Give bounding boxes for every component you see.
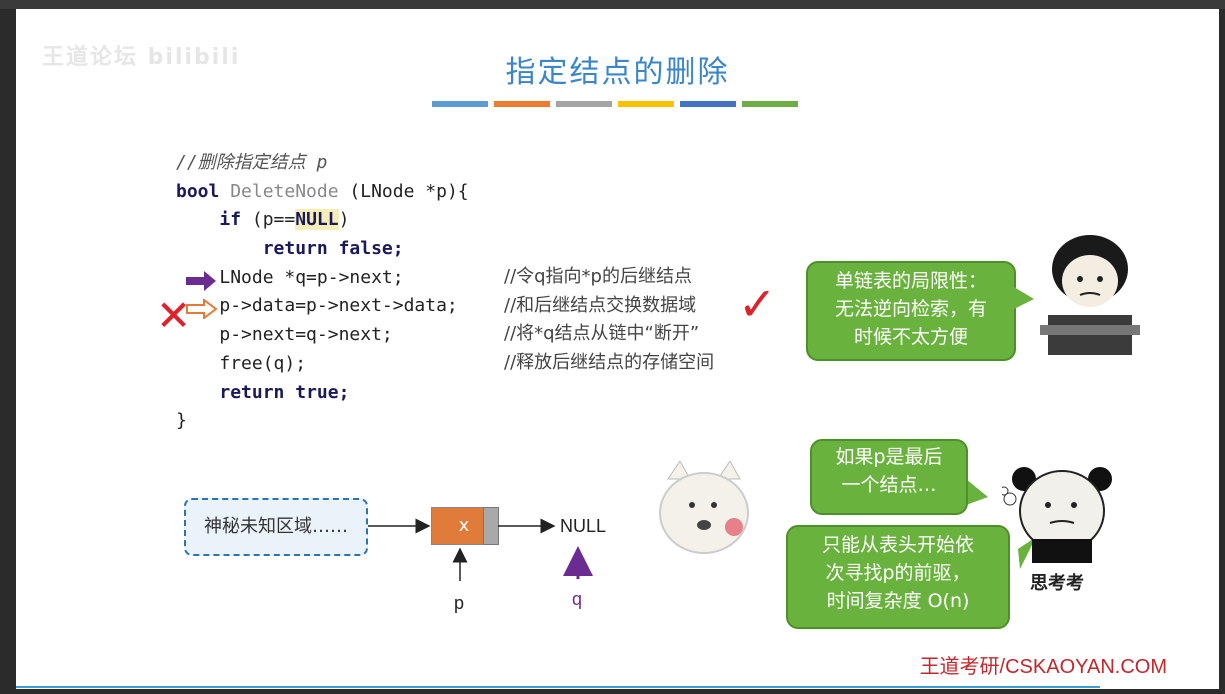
bubble-text: 次寻找p的前驱， — [825, 562, 971, 584]
code-keyword: bool — [176, 180, 220, 202]
list-node-next-field — [483, 507, 499, 545]
code-line: return true; — [176, 379, 469, 408]
speech-bubble-limitation: 单链表的局限性： 无法逆向检索，有 时候不太方便 — [806, 261, 1016, 361]
cat-face-sticker — [659, 461, 749, 554]
slide-title: 指定结点的删除 — [505, 55, 730, 90]
stripe — [680, 101, 736, 107]
bubble-text: 时间复杂度 O(n) — [826, 590, 970, 612]
slide: 王道论坛 bilibili 指定结点的删除 //删除指定结点 p bool De… — [16, 9, 1219, 689]
code-block: //删除指定结点 p bool DeleteNode (LNode *p){ i… — [176, 149, 469, 436]
top-bar — [0, 0, 1225, 9]
code-line: bool DeleteNode (LNode *p){ — [176, 178, 469, 207]
pointer-p-label: p — [454, 593, 465, 613]
bubble-text: 一个结点… — [841, 474, 937, 496]
bubble-text: 无法逆向检索，有 — [834, 298, 987, 320]
bubble-text: 时候不太方便 — [853, 326, 968, 348]
null-label: NULL — [560, 516, 607, 536]
sticker-caption: 思考考 — [1030, 573, 1084, 593]
code-line: p->data=p->next->data; — [176, 292, 469, 321]
code-line: } — [176, 407, 469, 436]
code-text: } — [176, 410, 187, 432]
speech-bubble-last-node: 如果p是最后 一个结点… — [810, 439, 968, 515]
code-null-highlight: NULL — [295, 209, 339, 231]
check-mark-icon: ✓ — [738, 277, 777, 331]
speech-bubble-complexity: 只能从表头开始依 次寻找p的前驱， 时间复杂度 O(n) — [786, 525, 1010, 629]
stripe — [494, 101, 550, 107]
code-line: //删除指定结点 p — [176, 149, 469, 178]
reading-meme-sticker — [1040, 235, 1140, 355]
stripe — [556, 101, 612, 107]
code-comments: //令q指向*p的后继结点 //和后继结点交换数据域 //将*q结点从链中“断开… — [504, 263, 714, 378]
code-text: p->data=p->next->data; — [219, 295, 458, 317]
code-line: if (p==NULL) — [176, 206, 469, 235]
unknown-region-box: 神秘未知区域…… — [184, 498, 368, 556]
current-line-arrow-icon — [186, 271, 216, 291]
panda-thinking-sticker — [1002, 467, 1112, 563]
bubble-text: 只能从表头开始依 — [821, 534, 974, 556]
code-keyword: return — [219, 381, 285, 403]
code-text: p->next=q->next; — [219, 324, 393, 346]
code-keyword: true; — [295, 381, 350, 403]
code-text: (p== — [241, 209, 296, 231]
code-comment: //令q指向*p的后继结点 — [504, 266, 692, 287]
title-stripes — [432, 101, 798, 107]
stripe — [742, 101, 798, 107]
code-comment: //将*q结点从链中“断开” — [504, 323, 700, 345]
bubble-text: 如果p是最后 — [835, 446, 943, 468]
code-line: LNode *q=p->next; — [176, 264, 469, 293]
stripe — [618, 101, 674, 107]
code-line: free(q); — [176, 350, 469, 379]
code-keyword: false; — [338, 238, 404, 260]
bubble-text: 单链表的局限性： — [834, 270, 987, 292]
code-params: (LNode *p){ — [338, 180, 469, 202]
code-function-name: DeleteNode — [230, 180, 339, 202]
cross-mark-icon: ✕ — [156, 291, 192, 340]
code-line: p->next=q->next; — [176, 321, 469, 350]
code-text: ) — [338, 209, 350, 231]
code-comment: //和后继结点交换数据域 — [504, 294, 697, 316]
code-text: LNode *q=p->next; — [219, 266, 404, 288]
progress-bar — [16, 686, 1100, 688]
code-keyword: if — [219, 209, 242, 231]
code-keyword: return — [262, 238, 328, 260]
code-text: free(q); — [219, 352, 307, 374]
footer-brand: 王道考研/CSKAOYAN.COM — [919, 656, 1167, 678]
node-value: x — [458, 515, 470, 536]
code-comment: //释放后继结点的存储空间 — [504, 352, 715, 374]
stripe — [432, 101, 488, 107]
pointer-q-label: q — [572, 589, 583, 609]
code-line: return false; — [176, 235, 469, 264]
code-comment-header: //删除指定结点 p — [176, 152, 328, 173]
